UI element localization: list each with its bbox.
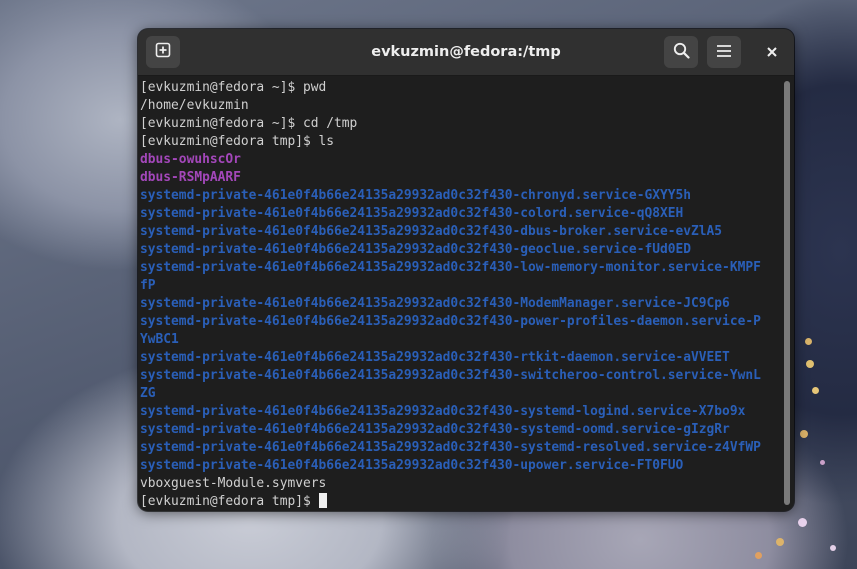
main-menu-button[interactable] [707,36,741,68]
terminal-output[interactable]: [evkuzmin@fedora ~]$ pwd/home/evkuzmin [e… [140,79,782,511]
terminal-line: systemd-private-461e0f4b66e24135a29932ad… [140,224,723,239]
wallpaper-dot [830,545,836,551]
terminal-line: fP [140,278,156,293]
terminal-line: [evkuzmin@fedora tmp]$ ls [140,134,335,149]
terminal-line: /home/evkuzmin [140,98,249,113]
wallpaper-dot [806,360,814,368]
terminal-line: systemd-private-461e0f4b66e24135a29932ad… [140,422,730,437]
terminal-line: vboxguest-Module.symvers [140,476,327,491]
hamburger-menu-icon [716,43,732,62]
terminal-line: systemd-private-461e0f4b66e24135a29932ad… [140,260,761,275]
text-cursor [318,493,327,508]
header-bar: evkuzmin@fedora:/tmp [138,29,794,76]
search-button[interactable] [664,36,698,68]
search-icon [673,42,690,63]
new-tab-icon [155,42,171,62]
terminal-line: dbus-RSMpAARF [140,170,241,185]
close-icon [766,42,778,63]
terminal-window[interactable]: evkuzmin@fedora:/tmp [evkuzmin@fedora ~]… [138,29,794,511]
wallpaper-dot [755,552,762,559]
terminal-line: YwBC1 [140,332,179,347]
wallpaper-dot [820,460,825,465]
terminal-line: [evkuzmin@fedora ~]$ pwd [140,80,327,95]
terminal-prompt-line[interactable]: [evkuzmin@fedora tmp]$ [140,493,782,511]
wallpaper-dot [798,518,807,527]
terminal-line: systemd-private-461e0f4b66e24135a29932ad… [140,206,684,221]
terminal-line: systemd-private-461e0f4b66e24135a29932ad… [140,242,692,257]
terminal-line: systemd-private-461e0f4b66e24135a29932ad… [140,350,730,365]
terminal-line: systemd-private-461e0f4b66e24135a29932ad… [140,440,761,455]
wallpaper-dot [812,387,819,394]
terminal-scrollbar[interactable] [784,81,790,505]
terminal-line: systemd-private-461e0f4b66e24135a29932ad… [140,188,692,203]
wallpaper-dot [805,338,812,345]
new-tab-button[interactable] [146,36,180,68]
close-button[interactable] [757,36,787,68]
window-title: evkuzmin@fedora:/tmp [371,44,561,60]
terminal-line: systemd-private-461e0f4b66e24135a29932ad… [140,404,746,419]
terminal-line: systemd-private-461e0f4b66e24135a29932ad… [140,368,761,383]
terminal-line: [evkuzmin@fedora ~]$ cd /tmp [140,116,358,131]
wallpaper-dot [800,430,808,438]
terminal-line: systemd-private-461e0f4b66e24135a29932ad… [140,296,730,311]
wallpaper-dot [776,538,784,546]
terminal-line: systemd-private-461e0f4b66e24135a29932ad… [140,458,684,473]
terminal-line: dbus-owuhscOr [140,152,241,167]
terminal-line: systemd-private-461e0f4b66e24135a29932ad… [140,314,761,329]
terminal-line: ZG [140,386,156,401]
shell-prompt: [evkuzmin@fedora tmp]$ [140,494,319,509]
